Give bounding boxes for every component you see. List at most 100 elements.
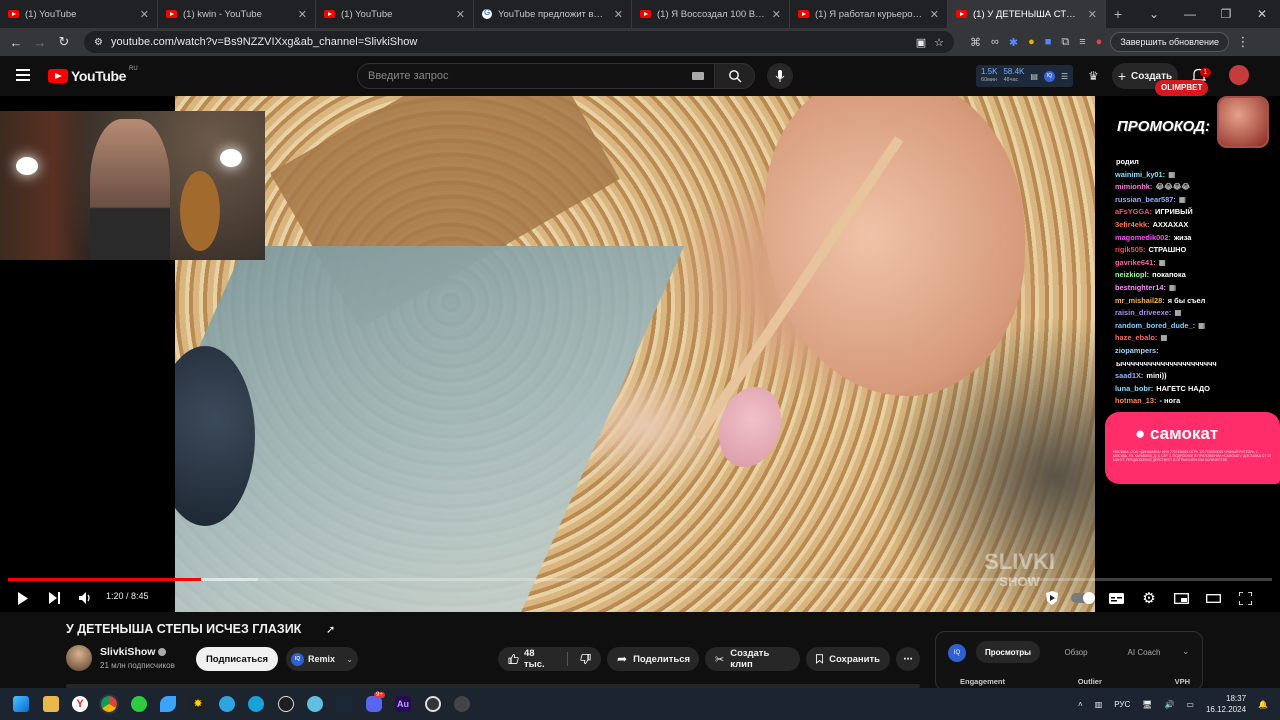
youtube-logo[interactable]: YouTube RU xyxy=(48,66,138,84)
save-button[interactable]: Сохранить xyxy=(806,647,890,671)
miniplayer-button[interactable] xyxy=(1170,588,1192,608)
window-expand-icon[interactable]: ⌄ xyxy=(1136,0,1172,28)
notifications-icon[interactable]: 🔔 xyxy=(1258,700,1268,709)
theater-mode-button[interactable] xyxy=(1202,588,1224,608)
keyboard-icon[interactable] xyxy=(692,72,704,80)
forward-button[interactable]: → xyxy=(28,35,52,50)
search-input[interactable]: Введите запрос xyxy=(357,63,715,89)
extension-icon[interactable]: ✱ xyxy=(1009,36,1018,49)
extension-icon[interactable]: ● xyxy=(1028,36,1035,48)
close-window-button[interactable]: ✕ xyxy=(1244,0,1280,28)
next-button[interactable] xyxy=(44,588,66,608)
browser-tab[interactable]: (1) Я работал курьером в 16 л ✕ xyxy=(790,0,948,28)
channel-name[interactable]: SlivkiShow xyxy=(100,646,167,658)
side-panel-tab[interactable]: AI Coach xyxy=(1112,641,1176,663)
volume-button[interactable] xyxy=(75,588,97,608)
maximize-button[interactable]: ❐ xyxy=(1208,0,1244,28)
like-button[interactable]: 48 тыс. xyxy=(508,648,555,670)
install-app-icon[interactable]: ▣ xyxy=(916,36,926,49)
chat-message: rigik505: СТРАШНО xyxy=(1115,244,1280,257)
more-actions-button[interactable]: ⋯ xyxy=(896,647,920,671)
browser-tab[interactable]: (1) YouTube ✕ xyxy=(0,0,158,28)
chrome-icon[interactable] xyxy=(99,694,119,714)
steam-icon[interactable] xyxy=(336,696,352,712)
minimize-button[interactable]: — xyxy=(1172,0,1208,28)
channel-stats-widget[interactable]: 1.5K 60мин 58.4K 48час ▤ IQ ☰ xyxy=(976,65,1074,87)
app-icon[interactable] xyxy=(307,696,323,712)
close-tab-icon[interactable]: ✕ xyxy=(614,8,623,21)
sponsorblock-button[interactable] xyxy=(1041,588,1063,608)
reading-list-icon[interactable]: ≡ xyxy=(1079,36,1085,48)
new-tab-button[interactable]: + xyxy=(1106,0,1130,28)
close-tab-icon[interactable]: ✕ xyxy=(772,8,781,21)
video-frame[interactable]: SLIVKI SHOW xyxy=(175,96,1095,612)
tray-chevron-icon[interactable]: ˄ xyxy=(1078,700,1083,709)
extensions-puzzle-icon[interactable]: ⧉ xyxy=(1061,36,1069,49)
audition-icon[interactable]: Au xyxy=(395,696,411,712)
windows-start-icon[interactable] xyxy=(13,696,29,712)
settings-button[interactable]: ⚙ xyxy=(1138,588,1160,608)
app-icon[interactable] xyxy=(131,696,147,712)
side-panel-tab[interactable]: Обзор xyxy=(1044,641,1108,663)
url-bar[interactable]: ⚙ youtube.com/watch?v=Bs9NZZVIXxg&ab_cha… xyxy=(84,31,954,53)
browser-menu-icon[interactable]: ⋮ xyxy=(1231,34,1255,50)
clock[interactable]: 18:37 16.12.2024 xyxy=(1206,693,1246,715)
chat-messages: родил wainimi_ky01: ▦ mimionhk: 😂😂😂😂 russia… xyxy=(1115,156,1280,408)
network-icon[interactable]: 🖥 xyxy=(1142,700,1152,709)
app-icon[interactable] xyxy=(454,696,470,712)
chart-icon[interactable]: ▤ xyxy=(1030,72,1038,81)
site-info-icon[interactable]: ⚙ xyxy=(94,37,103,48)
close-tab-icon[interactable]: ✕ xyxy=(140,8,149,21)
vidiq-icon[interactable]: IQ xyxy=(1043,70,1055,82)
extension-icon[interactable]: ∞ xyxy=(991,36,999,48)
video-player[interactable]: SLIVKI SHOW xyxy=(0,96,1280,612)
play-button[interactable] xyxy=(12,588,34,608)
close-tab-icon[interactable]: ✕ xyxy=(1088,8,1097,21)
back-button[interactable]: ← xyxy=(4,35,28,50)
app-icon[interactable]: ✸ xyxy=(190,696,206,712)
subtitles-button[interactable] xyxy=(1105,588,1127,608)
browser-tab[interactable]: (1) YouTube ✕ xyxy=(316,0,474,28)
browser-tab[interactable]: (1) Я Воссоздал 100 Вирусных ✕ xyxy=(632,0,790,28)
yandex-browser-icon[interactable]: Y xyxy=(72,696,88,712)
close-tab-icon[interactable]: ✕ xyxy=(456,8,465,21)
update-browser-button[interactable]: Завершить обновление xyxy=(1110,32,1229,52)
list-icon[interactable]: ☰ xyxy=(1061,72,1068,81)
thumbs-down-icon[interactable] xyxy=(580,653,591,665)
search-button[interactable] xyxy=(715,63,755,89)
app-icon[interactable] xyxy=(248,696,264,712)
close-tab-icon[interactable]: ✕ xyxy=(298,8,307,21)
menu-icon[interactable] xyxy=(16,69,30,81)
close-tab-icon[interactable]: ✕ xyxy=(930,8,939,21)
side-panel-tab[interactable]: Просмотры xyxy=(976,641,1040,663)
fullscreen-button[interactable] xyxy=(1234,588,1256,608)
progress-bar[interactable] xyxy=(8,578,1272,581)
file-explorer-icon[interactable] xyxy=(43,696,59,712)
language-indicator[interactable]: РУС xyxy=(1114,700,1130,709)
browser-tab[interactable]: (1) kwin - YouTube ✕ xyxy=(158,0,316,28)
extension-icon[interactable]: ⌘ xyxy=(970,36,981,49)
voice-search-button[interactable] xyxy=(767,63,793,89)
extension-icon[interactable]: ■ xyxy=(1045,36,1052,48)
discord-icon[interactable] xyxy=(366,696,382,712)
autoplay-toggle[interactable] xyxy=(1071,592,1095,604)
trophy-icon[interactable]: ♛ xyxy=(1088,69,1099,83)
channel-avatar[interactable] xyxy=(66,645,92,671)
share-button[interactable]: ➦ Поделиться xyxy=(607,647,699,671)
app-icon[interactable] xyxy=(160,696,176,712)
volume-icon[interactable]: 🔊 xyxy=(1164,700,1174,709)
obs-icon[interactable] xyxy=(425,696,441,712)
app-icon[interactable] xyxy=(278,696,294,712)
battery-icon[interactable]: ▭ xyxy=(1186,700,1194,709)
browser-tab[interactable]: (1) У ДЕТЕНЫША СТЕПЫ ИСЧЕ ✕ xyxy=(948,0,1106,28)
profile-avatar[interactable]: ● xyxy=(1096,36,1103,48)
subscribe-button[interactable]: Подписаться xyxy=(196,647,278,671)
telegram-icon[interactable] xyxy=(219,696,235,712)
tray-app-icon[interactable]: ▥ xyxy=(1095,700,1103,709)
chevron-down-icon[interactable]: ⌄ xyxy=(1182,646,1190,657)
remix-button[interactable]: IQ Remix ⌄ xyxy=(286,647,358,671)
create-clip-button[interactable]: ✂ Создать клип xyxy=(705,647,800,671)
browser-tab[interactable]: YouTube предложит возможн ✕ xyxy=(474,0,632,28)
bookmark-star-icon[interactable]: ☆ xyxy=(934,36,944,49)
reload-button[interactable]: ↻ xyxy=(52,34,76,50)
